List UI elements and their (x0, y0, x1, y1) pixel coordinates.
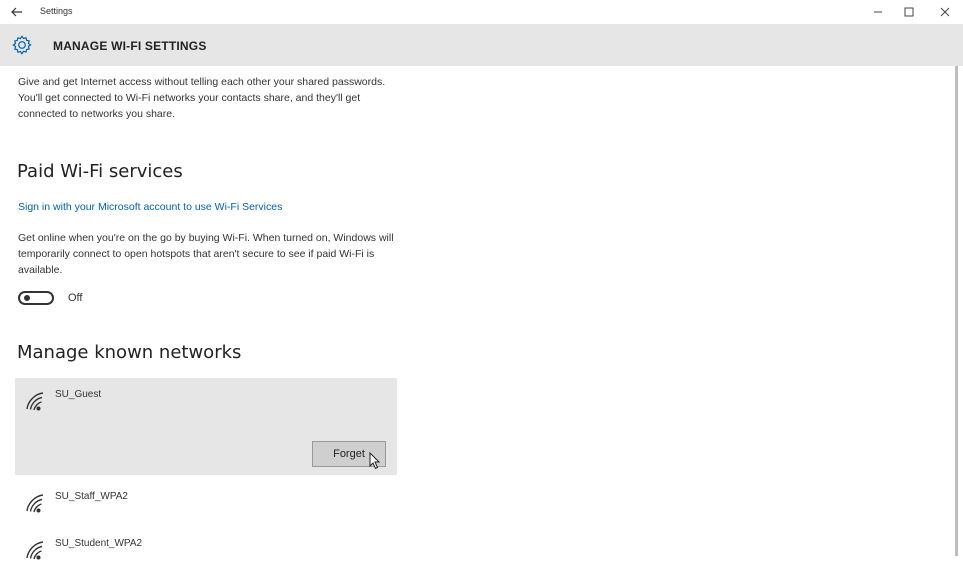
app-title: Settings (40, 6, 73, 16)
paid-wifi-description: Get online when you're on the go by buyi… (18, 232, 394, 276)
paid-wifi-toggle[interactable] (18, 291, 54, 305)
toggle-knob (24, 295, 30, 301)
maximize-icon (904, 7, 914, 17)
mouse-cursor-icon (369, 452, 381, 470)
gear-icon (12, 35, 32, 55)
sign-in-link[interactable]: Sign in with your Microsoft account to u… (18, 201, 282, 213)
known-networks-heading: Manage known networks (17, 342, 242, 363)
wifi-icon (26, 541, 44, 560)
minimize-icon (874, 11, 882, 13)
network-item-su-guest[interactable]: SU_Guest Forget (15, 378, 397, 475)
toggle-state-label: Off (68, 292, 83, 304)
paid-wifi-heading: Paid Wi-Fi services (17, 161, 183, 182)
close-button[interactable] (929, 3, 961, 21)
network-item-su-student-wpa2[interactable]: SU_Student_WPA2 (15, 527, 397, 562)
page-title: MANAGE WI-FI SETTINGS (53, 39, 207, 53)
wifi-icon (26, 494, 44, 513)
minimize-button[interactable] (862, 3, 894, 21)
maximize-button[interactable] (893, 3, 925, 21)
page-header: MANAGE WI-FI SETTINGS (0, 24, 963, 66)
back-button[interactable] (2, 0, 32, 24)
back-arrow-icon (11, 7, 22, 17)
network-name: SU_Student_WPA2 (55, 538, 143, 549)
title-bar: Settings (0, 0, 963, 24)
intro-text: Give and get Internet access without tel… (18, 76, 386, 120)
close-icon (940, 7, 950, 17)
network-name: SU_Staff_WPA2 (55, 491, 128, 502)
scrollbar[interactable] (955, 66, 958, 556)
network-item-su-staff-wpa2[interactable]: SU_Staff_WPA2 (15, 480, 397, 522)
network-name: SU_Guest (55, 389, 102, 400)
wifi-icon (26, 392, 44, 411)
